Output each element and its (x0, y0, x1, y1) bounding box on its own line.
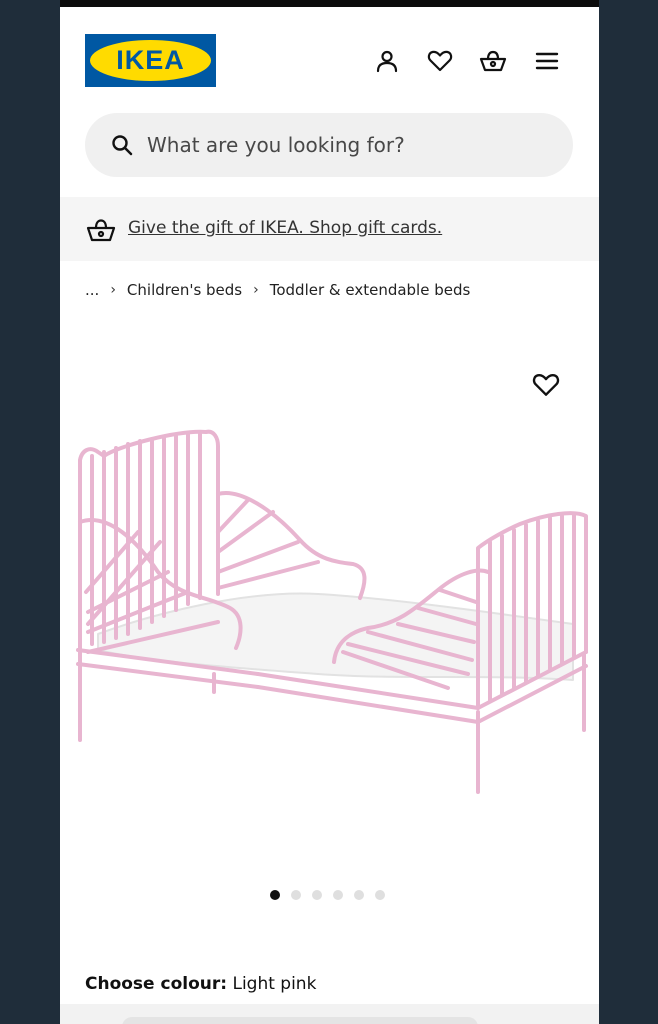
breadcrumb-ellipsis[interactable]: ... (85, 281, 99, 299)
logo-text: IKEA (116, 45, 185, 75)
search-bar[interactable] (85, 113, 573, 177)
ikea-logo[interactable]: IKEA ® (85, 34, 216, 87)
heart-icon[interactable] (426, 47, 454, 75)
logo-registered-mark: ® (204, 43, 210, 50)
basket-icon[interactable] (479, 47, 507, 75)
breadcrumb-toddler-beds[interactable]: Toddler & extendable beds (270, 281, 471, 299)
product-page: IKEA ® What are you looking for? Give th… (60, 7, 599, 1024)
chevron-right-icon: › (253, 282, 259, 298)
colour-value: Light pink (232, 974, 317, 994)
bottom-action-pill[interactable] (122, 1017, 478, 1024)
user-icon[interactable] (373, 47, 401, 75)
gift-card-link[interactable]: Give the gift of IKEA. Shop gift cards. (128, 218, 442, 238)
logo-oval: IKEA (90, 40, 211, 81)
carousel-dot[interactable] (291, 890, 301, 900)
product-image[interactable] (68, 412, 593, 802)
add-to-favourites-button[interactable] (532, 372, 560, 398)
carousel-dot[interactable] (375, 890, 385, 900)
breadcrumb: ... › Children's beds › Toddler & extend… (85, 281, 470, 299)
status-bar (60, 0, 599, 7)
search-input[interactable] (147, 127, 547, 163)
carousel-dot[interactable] (333, 890, 343, 900)
carousel-dot[interactable] (354, 890, 364, 900)
heart-icon (532, 373, 560, 396)
menu-icon[interactable] (533, 47, 561, 75)
basket-icon (86, 219, 116, 242)
image-carousel-dots (270, 890, 396, 900)
chevron-right-icon: › (110, 282, 116, 298)
gift-card-banner[interactable]: Give the gift of IKEA. Shop gift cards. (60, 197, 599, 261)
carousel-dot[interactable] (312, 890, 322, 900)
search-icon (112, 135, 133, 156)
breadcrumb-childrens-beds[interactable]: Children's beds (127, 281, 242, 299)
colour-label: Choose colour: (85, 974, 228, 994)
carousel-dot[interactable] (270, 890, 280, 900)
colour-selector[interactable]: Choose colour: Light pink (85, 974, 316, 994)
